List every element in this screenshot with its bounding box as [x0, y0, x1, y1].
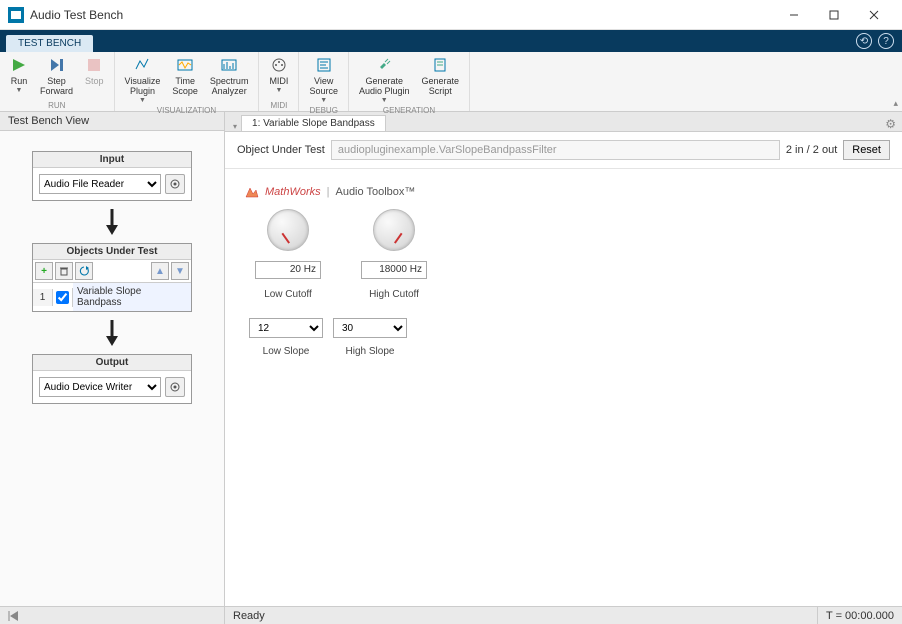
- generate-script-button[interactable]: Generate Script: [416, 54, 466, 106]
- objects-block-title: Objects Under Test: [33, 244, 191, 260]
- midi-button[interactable]: MIDI ▼: [263, 54, 294, 101]
- low-slope-select[interactable]: 12: [249, 318, 323, 338]
- spectrum-analyzer-button[interactable]: Spectrum Analyzer: [204, 54, 255, 106]
- delete-object-button[interactable]: [55, 262, 73, 280]
- low-cutoff-label: Low Cutoff: [264, 289, 312, 300]
- stop-icon: [85, 56, 103, 74]
- chevron-down-icon: ▼: [16, 87, 23, 94]
- object-under-test-row: Object Under Test 2 in / 2 out Reset: [225, 132, 902, 169]
- toolstrip: Run ▼ Step Forward Stop RUN Visualize Pl…: [0, 52, 902, 112]
- chevron-down-icon: ▼: [381, 97, 388, 104]
- spectrum-icon: [220, 56, 238, 74]
- close-button[interactable]: [854, 1, 894, 29]
- table-row[interactable]: 1 Variable Slope Bandpass: [33, 282, 191, 311]
- brand-toolbox: Audio Toolbox™: [335, 186, 415, 198]
- test-bench-view-panel: Test Bench View Input Audio File Reader …: [0, 112, 225, 606]
- midi-icon: [270, 56, 288, 74]
- gear-icon: [169, 178, 181, 190]
- refresh-icon: [79, 266, 89, 276]
- status-bar: Ready T = 00:00.000: [0, 606, 902, 624]
- output-sink-select[interactable]: Audio Device Writer: [39, 377, 161, 397]
- status-time: T = 00:00.000: [817, 607, 902, 624]
- rewind-icon: [8, 611, 18, 621]
- high-cutoff-value[interactable]: 18000 Hz: [361, 261, 427, 279]
- chevron-down-icon: ▼: [320, 97, 327, 104]
- row-enabled-checkbox[interactable]: [56, 291, 69, 304]
- high-slope-label: High Slope: [346, 346, 395, 357]
- output-settings-button[interactable]: [165, 377, 185, 397]
- high-cutoff-knob[interactable]: [373, 209, 415, 251]
- document-panel: ▾ 1: Variable Slope Bandpass ⚙ Object Un…: [225, 112, 902, 606]
- doc-settings-icon[interactable]: ⚙: [885, 117, 902, 131]
- high-slope-select[interactable]: 30: [333, 318, 407, 338]
- flow-arrow-icon: [104, 209, 120, 235]
- view-source-button[interactable]: View Source ▼: [303, 54, 344, 106]
- chevron-down-icon: ▼: [139, 97, 146, 104]
- obj-under-test-field[interactable]: [331, 140, 780, 160]
- step-icon: [48, 56, 66, 74]
- group-run-label: RUN: [4, 101, 110, 111]
- app-icon: [8, 7, 24, 23]
- output-block: Output Audio Device Writer: [32, 354, 192, 404]
- visualize-plugin-button[interactable]: Visualize Plugin ▼: [119, 54, 167, 106]
- plug-icon: [375, 56, 393, 74]
- obj-under-test-label: Object Under Test: [237, 144, 325, 156]
- input-source-select[interactable]: Audio File Reader: [39, 174, 161, 194]
- minimize-button[interactable]: [774, 1, 814, 29]
- work-area: Test Bench View Input Audio File Reader …: [0, 112, 902, 606]
- input-block-title: Input: [33, 152, 191, 168]
- group-debug-label: DEBUG: [303, 106, 344, 116]
- brand-row: MathWorks | Audio Toolbox™: [245, 185, 882, 199]
- doc-tab-1[interactable]: 1: Variable Slope Bandpass: [241, 115, 386, 131]
- chevron-down-icon: ▼: [275, 87, 282, 94]
- objects-under-test-block: Objects Under Test + ▲ ▼ 1 Vari: [32, 243, 192, 312]
- window-title: Audio Test Bench: [30, 8, 774, 22]
- ribbon-tabstrip: TEST BENCH ⟲ ?: [0, 30, 902, 52]
- low-slope-label: Low Slope: [263, 346, 310, 357]
- maximize-button[interactable]: [814, 1, 854, 29]
- input-block: Input Audio File Reader: [32, 151, 192, 201]
- status-rewind-cell[interactable]: [0, 607, 225, 624]
- title-bar: Audio Test Bench: [0, 0, 902, 30]
- timescope-icon: [176, 56, 194, 74]
- move-up-button[interactable]: ▲: [151, 262, 169, 280]
- move-down-button[interactable]: ▼: [171, 262, 189, 280]
- flow-arrow-icon: [104, 320, 120, 346]
- group-midi-label: MIDI: [263, 101, 294, 111]
- time-scope-button[interactable]: Time Scope: [166, 54, 204, 106]
- output-block-title: Output: [33, 355, 191, 371]
- low-cutoff-value[interactable]: 20 Hz: [255, 261, 321, 279]
- group-gen-label: GENERATION: [353, 106, 465, 116]
- mathworks-icon: [245, 185, 259, 199]
- visualize-icon: [133, 56, 151, 74]
- high-cutoff-label: High Cutoff: [369, 289, 419, 300]
- generate-audio-plugin-button[interactable]: Generate Audio Plugin ▼: [353, 54, 416, 106]
- stop-button: Stop: [79, 54, 110, 101]
- refresh-object-button[interactable]: [75, 262, 93, 280]
- step-forward-button[interactable]: Step Forward: [34, 54, 79, 101]
- input-settings-button[interactable]: [165, 174, 185, 194]
- row-index: 1: [33, 289, 53, 306]
- gear-icon: [169, 381, 181, 393]
- sync-icon[interactable]: ⟲: [856, 33, 872, 49]
- row-name: Variable Slope Bandpass: [73, 283, 191, 311]
- source-icon: [315, 56, 333, 74]
- low-cutoff-knob[interactable]: [267, 209, 309, 251]
- help-icon[interactable]: ?: [878, 33, 894, 49]
- run-button[interactable]: Run ▼: [4, 54, 34, 101]
- trash-icon: [59, 266, 69, 276]
- add-object-button[interactable]: +: [35, 262, 53, 280]
- script-icon: [431, 56, 449, 74]
- reset-button[interactable]: Reset: [843, 140, 890, 160]
- status-text: Ready: [225, 607, 817, 624]
- collapse-toolstrip-icon[interactable]: ▴: [893, 98, 898, 109]
- group-viz-label: VISUALIZATION: [119, 106, 255, 116]
- tab-test-bench[interactable]: TEST BENCH: [6, 35, 93, 52]
- io-count: 2 in / 2 out: [786, 144, 837, 156]
- play-icon: [10, 56, 28, 74]
- brand-mathworks: MathWorks: [265, 186, 321, 198]
- plugin-ui-area: MathWorks | Audio Toolbox™ 20 Hz Low Cut…: [225, 169, 902, 373]
- tab-list-dropdown[interactable]: ▾: [229, 122, 241, 131]
